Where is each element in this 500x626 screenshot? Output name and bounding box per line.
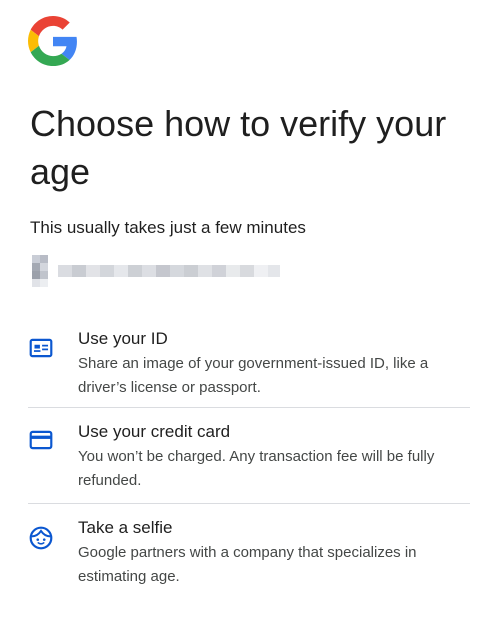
credit-card-icon [29, 430, 53, 450]
option-title: Use your ID [78, 329, 168, 348]
account-email-blurred [58, 265, 280, 277]
account-chip-blurred [32, 255, 280, 287]
id-card-icon [29, 338, 53, 358]
google-logo-icon [28, 16, 77, 66]
verification-options-list: Use your ID Share an image of your gover… [28, 315, 470, 594]
avatar-icon [32, 255, 48, 287]
page-subtitle: This usually takes just a few minutes [30, 218, 306, 237]
option-description: You won’t be charged. Any transaction fe… [78, 448, 435, 489]
option-title: Use your credit card [78, 422, 231, 441]
option-description: Google partners with a company that spec… [78, 544, 417, 585]
option-title: Take a selfie [78, 518, 173, 537]
selfie-face-icon [29, 526, 53, 550]
option-use-credit-card[interactable]: Use your credit card You won’t be charge… [28, 408, 470, 504]
option-take-selfie[interactable]: Take a selfie Google partners with a com… [28, 504, 470, 594]
option-description: Share an image of your government-issued… [78, 355, 429, 396]
option-use-id[interactable]: Use your ID Share an image of your gover… [28, 315, 470, 408]
page-title: Choose how to verify your age [30, 103, 447, 192]
